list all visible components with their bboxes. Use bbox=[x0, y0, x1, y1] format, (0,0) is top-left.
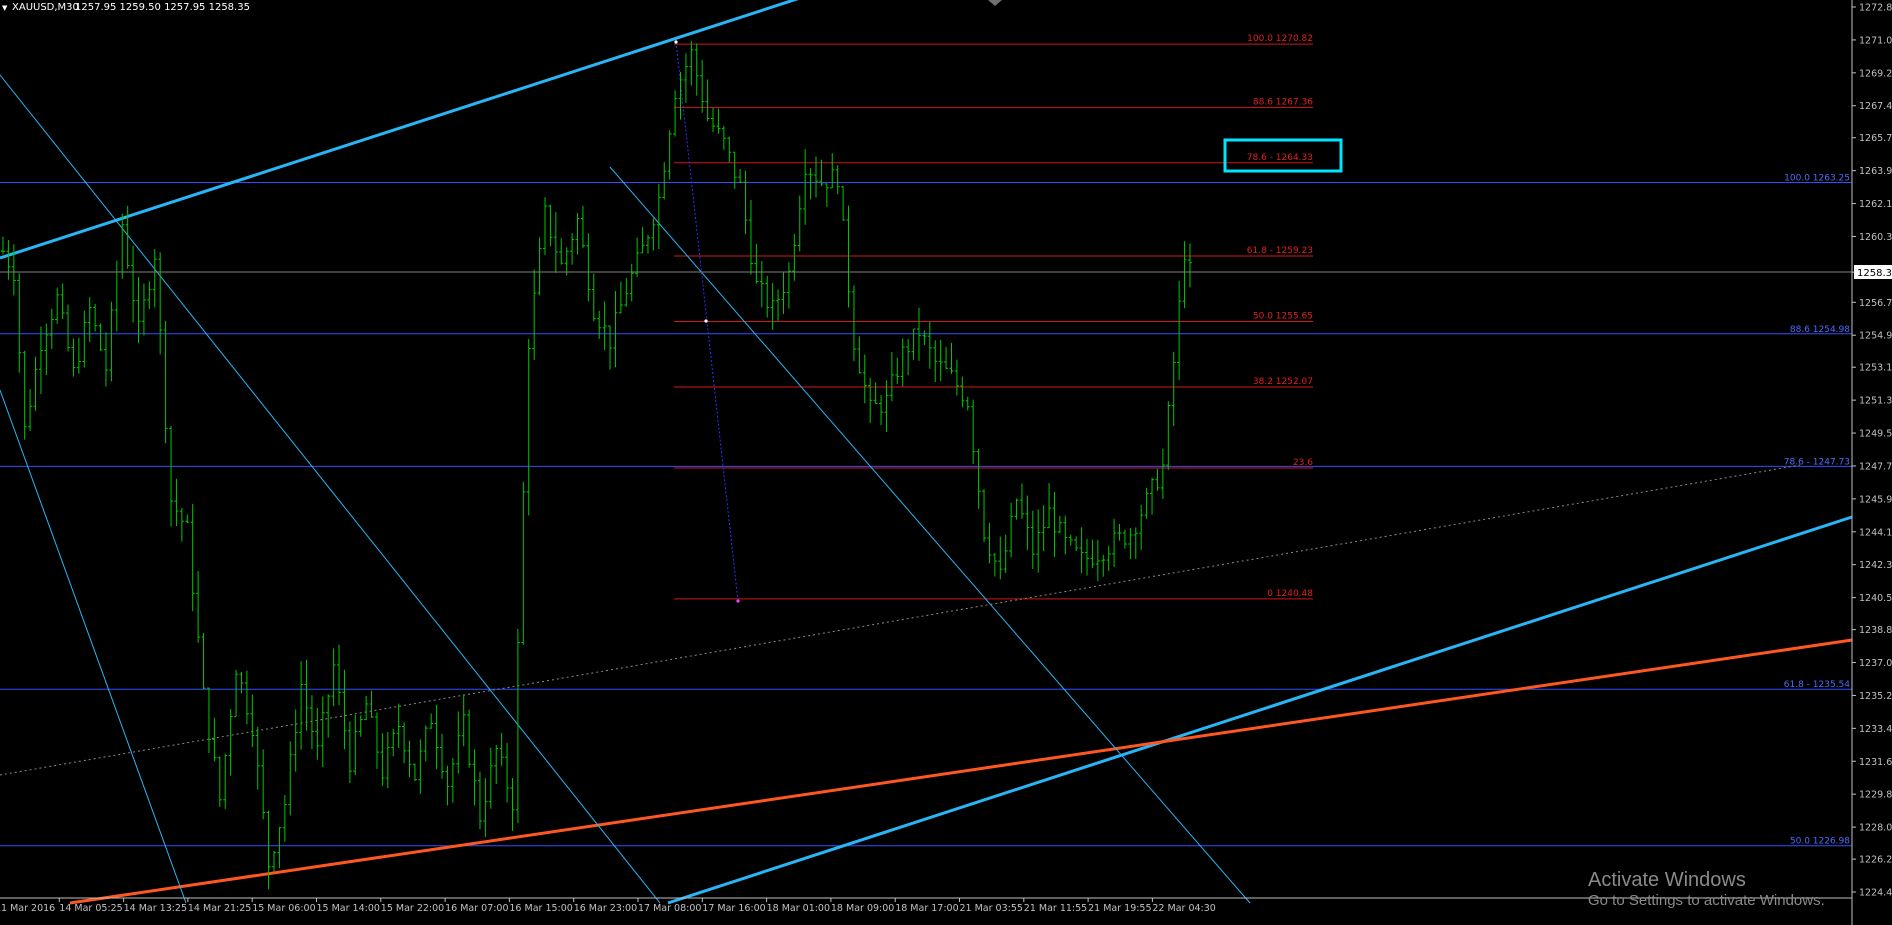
price-tick-label: 1244.15 bbox=[1859, 527, 1892, 538]
blue-fib-label: 100.0 1263.25 bbox=[1784, 174, 1850, 184]
price-tick-label: 1271.05 bbox=[1859, 35, 1892, 46]
price-tick-label: 1267.45 bbox=[1859, 101, 1892, 112]
price-tick-label: 1251.35 bbox=[1859, 396, 1892, 407]
chart-header: ▼ XAUUSD,M30 1257.95 1259.50 1257.95 125… bbox=[2, 2, 250, 13]
red-fib-label: 88.6 1267.36 bbox=[1253, 97, 1313, 107]
time-tick-label: 11 Mar 2016 bbox=[0, 903, 55, 914]
time-tick-label: 15 Mar 22:00 bbox=[381, 903, 444, 914]
red-fib-label: 23.6 bbox=[1293, 458, 1313, 468]
time-tick-label: 15 Mar 14:00 bbox=[317, 903, 380, 914]
red-fib-label: 38.2 1252.07 bbox=[1253, 377, 1313, 387]
current-price-label: 1258.35 bbox=[1857, 268, 1892, 279]
price-tick-label: 1229.80 bbox=[1859, 790, 1892, 801]
ohlc-label: 1257.95 1259.50 1257.95 1258.35 bbox=[75, 2, 250, 13]
time-tick-label: 14 Mar 05:25 bbox=[59, 903, 122, 914]
price-tick-label: 1233.40 bbox=[1859, 724, 1892, 735]
time-tick-label: 21 Mar 19:55 bbox=[1088, 903, 1151, 914]
time-tick-label: 18 Mar 01:00 bbox=[767, 903, 830, 914]
price-tick-label: 1240.55 bbox=[1859, 593, 1892, 604]
blue-fib-label: 88.6 1254.98 bbox=[1790, 325, 1850, 335]
price-tick-label: 1226.25 bbox=[1859, 855, 1892, 866]
time-tick-label: 16 Mar 15:00 bbox=[509, 903, 572, 914]
price-tick-label: 1235.20 bbox=[1859, 691, 1892, 702]
price-tick-label: 1269.25 bbox=[1859, 68, 1892, 79]
watermark-title: Activate Windows bbox=[1588, 869, 1746, 891]
fib-anchor-point-mid[interactable] bbox=[704, 319, 708, 323]
price-tick-label: 1260.30 bbox=[1859, 232, 1892, 243]
red-fib-label: 100.0 1270.82 bbox=[1247, 34, 1313, 44]
blue-fib-label: 50.0 1226.98 bbox=[1790, 837, 1850, 847]
time-tick-label: 21 Mar 03:55 bbox=[960, 903, 1023, 914]
time-tick-label: 15 Mar 06:00 bbox=[252, 903, 315, 914]
price-tick-label: 1265.70 bbox=[1859, 133, 1892, 144]
price-tick-label: 1256.70 bbox=[1859, 298, 1892, 309]
red-fib-label: 50.0 1255.65 bbox=[1253, 312, 1313, 322]
time-tick-label: 18 Mar 17:00 bbox=[895, 903, 958, 914]
price-tick-label: 1249.55 bbox=[1859, 429, 1892, 440]
time-tick-label: 16 Mar 07:00 bbox=[445, 903, 508, 914]
header-arrow-icon: ▼ bbox=[2, 4, 8, 12]
price-tick-label: 1253.15 bbox=[1859, 363, 1892, 374]
time-tick-label: 17 Mar 16:00 bbox=[702, 903, 765, 914]
time-tick-label: 21 Mar 11:55 bbox=[1024, 903, 1087, 914]
symbol-label: XAUUSD,M30 bbox=[12, 2, 79, 13]
red-fib-label: 0 1240.48 bbox=[1267, 589, 1313, 599]
price-tick-label: 1238.80 bbox=[1859, 625, 1892, 636]
red-fib-label: 78.6 - 1264.33 bbox=[1247, 153, 1313, 163]
time-tick-label: 18 Mar 09:00 bbox=[831, 903, 894, 914]
red-fib-label: 61.8 - 1259.23 bbox=[1247, 246, 1313, 256]
time-tick-label: 17 Mar 08:00 bbox=[638, 903, 701, 914]
time-tick-label: 14 Mar 21:25 bbox=[188, 903, 251, 914]
price-tick-label: 1242.35 bbox=[1859, 560, 1892, 571]
price-tick-label: 1263.90 bbox=[1859, 166, 1892, 177]
fib-anchor-point-top[interactable] bbox=[674, 40, 678, 44]
price-tick-label: 1272.85 bbox=[1859, 3, 1892, 14]
price-tick-label: 1237.00 bbox=[1859, 658, 1892, 669]
price-tick-label: 1228.00 bbox=[1859, 823, 1892, 834]
price-tick-label: 1245.95 bbox=[1859, 494, 1892, 505]
watermark-subtitle: Go to Settings to activate Windows. bbox=[1588, 892, 1825, 909]
time-tick-label: 14 Mar 13:25 bbox=[124, 903, 187, 914]
time-tick-label: 22 Mar 04:30 bbox=[1152, 903, 1215, 914]
price-tick-label: 1224.45 bbox=[1859, 888, 1892, 899]
activate-windows-watermark: Activate Windows Go to Settings to activ… bbox=[1588, 868, 1825, 910]
price-tick-label: 1247.75 bbox=[1859, 461, 1892, 472]
price-chart[interactable]: 100.0 1263.2588.6 1254.9878.6 - 1247.736… bbox=[0, 0, 1892, 925]
time-tick-label: 16 Mar 23:00 bbox=[574, 903, 637, 914]
chart-background bbox=[0, 0, 1892, 925]
blue-fib-label: 61.8 - 1235.54 bbox=[1784, 680, 1850, 690]
price-tick-label: 1254.90 bbox=[1859, 331, 1892, 342]
price-tick-label: 1262.10 bbox=[1859, 199, 1892, 210]
price-tick-label: 1231.60 bbox=[1859, 757, 1892, 768]
fib-anchor-point-bottom[interactable] bbox=[736, 599, 740, 603]
